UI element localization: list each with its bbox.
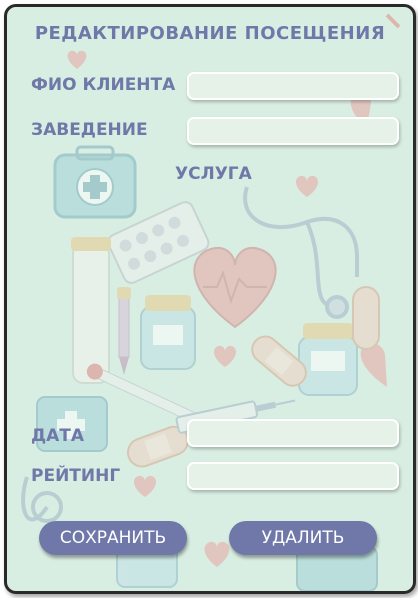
dropper-icon: [117, 287, 131, 375]
test-tube-icon: [71, 237, 111, 384]
medicine-bottle-icon: [298, 323, 358, 396]
rating-field[interactable]: [187, 462, 399, 490]
delete-button[interactable]: УДАЛИТЬ: [229, 521, 377, 555]
client-name-field[interactable]: [187, 72, 399, 100]
heart-icon: [204, 541, 230, 567]
heart-icon: [295, 175, 319, 197]
establishment-label: ЗАВЕДЕНИЕ: [31, 120, 148, 140]
page-title: РЕДАКТИРОВАНИЕ ПОСЕЩЕНИЯ: [34, 23, 386, 44]
heart-icon: [213, 345, 237, 367]
rating-label: РЕЙТИНГ: [31, 466, 121, 486]
service-label: УСЛУГА: [175, 164, 252, 184]
first-aid-kit-icon: [53, 145, 137, 219]
visit-edit-window: РЕДАКТИРОВАНИЕ ПОСЕЩЕНИЯ ФИО КЛИЕНТА ЗАВ…: [4, 4, 416, 594]
client-name-label: ФИО КЛИЕНТА: [31, 75, 176, 95]
bandage-icon: [352, 286, 380, 350]
establishment-field[interactable]: [187, 117, 399, 145]
heart-icon: [67, 50, 87, 69]
medicine-bottle-icon: [140, 295, 196, 370]
heart-icon: [193, 246, 277, 329]
heart-icon: [133, 475, 157, 497]
date-label: ДАТА: [31, 426, 85, 446]
date-field[interactable]: [187, 419, 399, 447]
save-button[interactable]: СОХРАНИТЬ: [39, 521, 187, 555]
